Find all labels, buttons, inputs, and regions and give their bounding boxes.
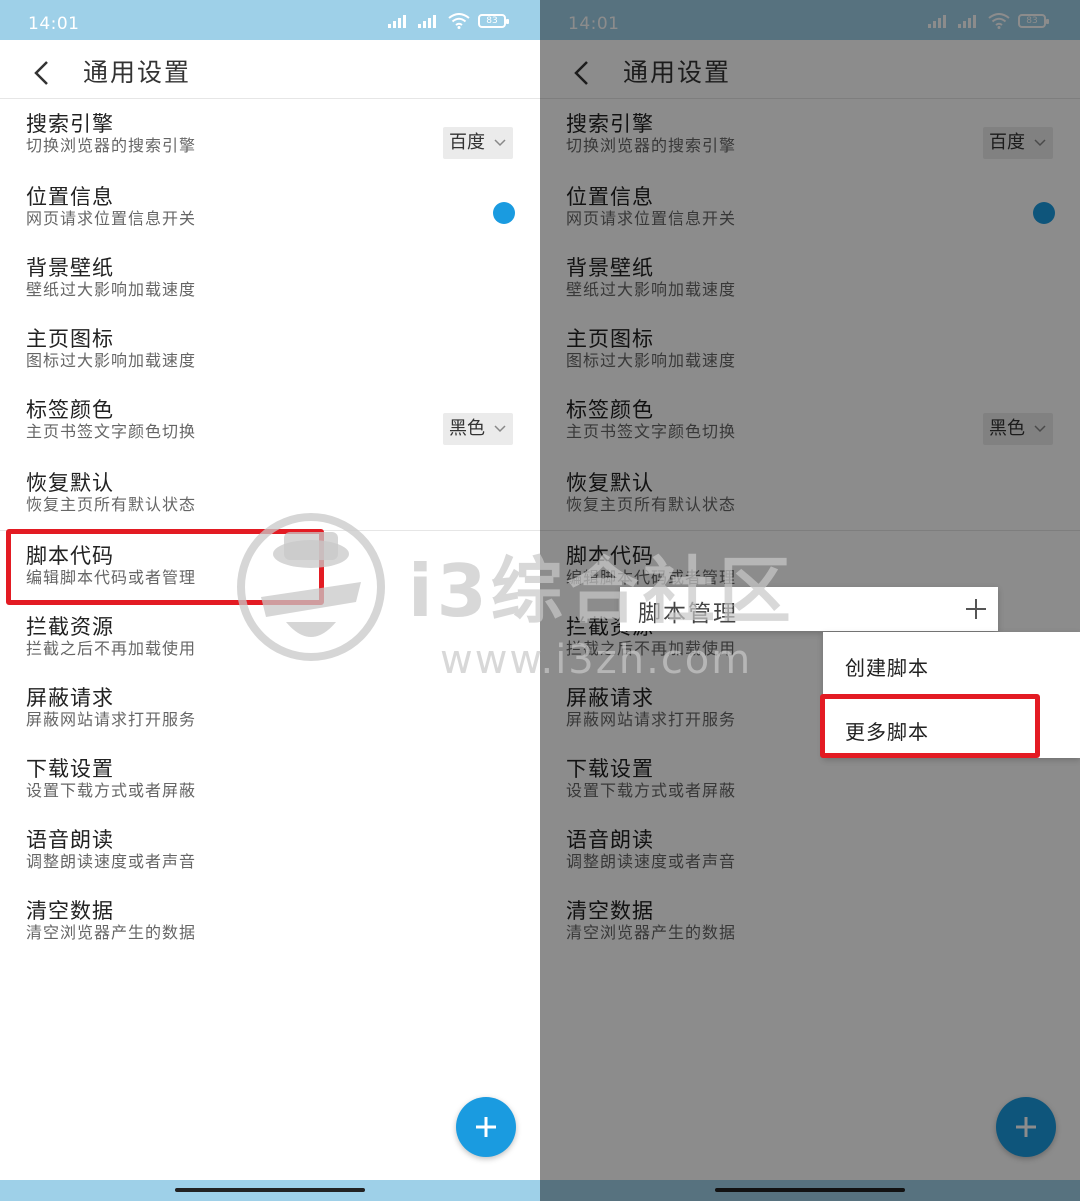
- setting-wallpaper[interactable]: 背景壁纸 壁纸过大影响加载速度: [26, 256, 516, 300]
- app-bar: 通用设置: [0, 40, 540, 99]
- setting-block-resources[interactable]: 拦截资源 拦截之后不再加载使用: [26, 615, 516, 659]
- page-title: 通用设置: [83, 58, 192, 87]
- wifi-icon: [448, 13, 470, 29]
- plus-icon: [476, 1117, 496, 1137]
- setting-title: 屏蔽请求: [26, 686, 114, 710]
- setting-block-requests[interactable]: 屏蔽请求 屏蔽网站请求打开服务: [26, 686, 516, 730]
- back-arrow-icon[interactable]: [33, 60, 49, 86]
- search-engine-select[interactable]: 百度: [443, 127, 513, 159]
- setting-subtitle: 拦截之后不再加载使用: [26, 639, 197, 658]
- status-icons: 83: [388, 13, 509, 29]
- setting-subtitle: 网页请求位置信息开关: [26, 209, 197, 228]
- select-value: 百度: [449, 132, 485, 153]
- select-value: 黑色: [449, 418, 485, 439]
- status-time: 14:01: [28, 14, 80, 34]
- home-indicator[interactable]: [175, 1188, 365, 1192]
- setting-title: 背景壁纸: [26, 256, 114, 280]
- setting-home-icon[interactable]: 主页图标 图标过大影响加载速度: [26, 327, 516, 371]
- setting-subtitle: 恢复主页所有默认状态: [26, 495, 197, 514]
- setting-subtitle: 清空浏览器产生的数据: [26, 923, 197, 942]
- setting-title: 下载设置: [26, 757, 114, 781]
- setting-subtitle: 设置下载方式或者屏蔽: [26, 781, 197, 800]
- chevron-down-icon: [494, 139, 506, 147]
- setting-download[interactable]: 下载设置 设置下载方式或者屏蔽: [26, 757, 516, 801]
- status-bar: 14:01 83: [0, 0, 540, 40]
- menu-item-create-script[interactable]: 创建脚本: [845, 652, 929, 681]
- right-screenshot: 14:01 83 通用设置 搜索引擎 切换浏览器的搜索引擎 百度 位置信息 网页…: [540, 0, 1080, 1201]
- battery-icon: 83: [478, 14, 509, 28]
- setting-title: 清空数据: [26, 899, 114, 923]
- highlight-box: [6, 529, 324, 605]
- setting-restore-default[interactable]: 恢复默认 恢复主页所有默认状态: [26, 471, 516, 515]
- setting-subtitle: 图标过大影响加载速度: [26, 351, 197, 370]
- location-toggle[interactable]: [493, 202, 515, 224]
- setting-subtitle: 调整朗读速度或者声音: [26, 852, 197, 871]
- setting-title: 恢复默认: [26, 471, 114, 495]
- script-manager-title: 脚本管理: [638, 601, 738, 627]
- script-manager-header: 脚本管理: [620, 587, 998, 631]
- add-fab-button[interactable]: [456, 1097, 516, 1157]
- tab-color-select[interactable]: 黑色: [443, 413, 513, 445]
- setting-clear-data[interactable]: 清空数据 清空浏览器产生的数据: [26, 899, 516, 943]
- plus-icon[interactable]: [964, 597, 988, 621]
- nav-bar: [0, 1180, 540, 1201]
- setting-subtitle: 屏蔽网站请求打开服务: [26, 710, 197, 729]
- chevron-down-icon: [494, 425, 506, 433]
- setting-title: 位置信息: [26, 185, 114, 209]
- signal-icon: [388, 15, 406, 28]
- setting-title: 拦截资源: [26, 615, 114, 639]
- left-screenshot: 14:01 83 通用设置 搜索引擎 切换浏览器的搜索引擎 百度 位置信息 网页…: [0, 0, 540, 1201]
- setting-location[interactable]: 位置信息 网页请求位置信息开关: [26, 185, 516, 229]
- setting-subtitle: 壁纸过大影响加载速度: [26, 280, 197, 299]
- setting-voice-read[interactable]: 语音朗读 调整朗读速度或者声音: [26, 828, 516, 872]
- setting-title: 语音朗读: [26, 828, 114, 852]
- highlight-box: [820, 694, 1040, 758]
- setting-title: 主页图标: [26, 327, 114, 351]
- signal-hd-icon: [418, 15, 436, 28]
